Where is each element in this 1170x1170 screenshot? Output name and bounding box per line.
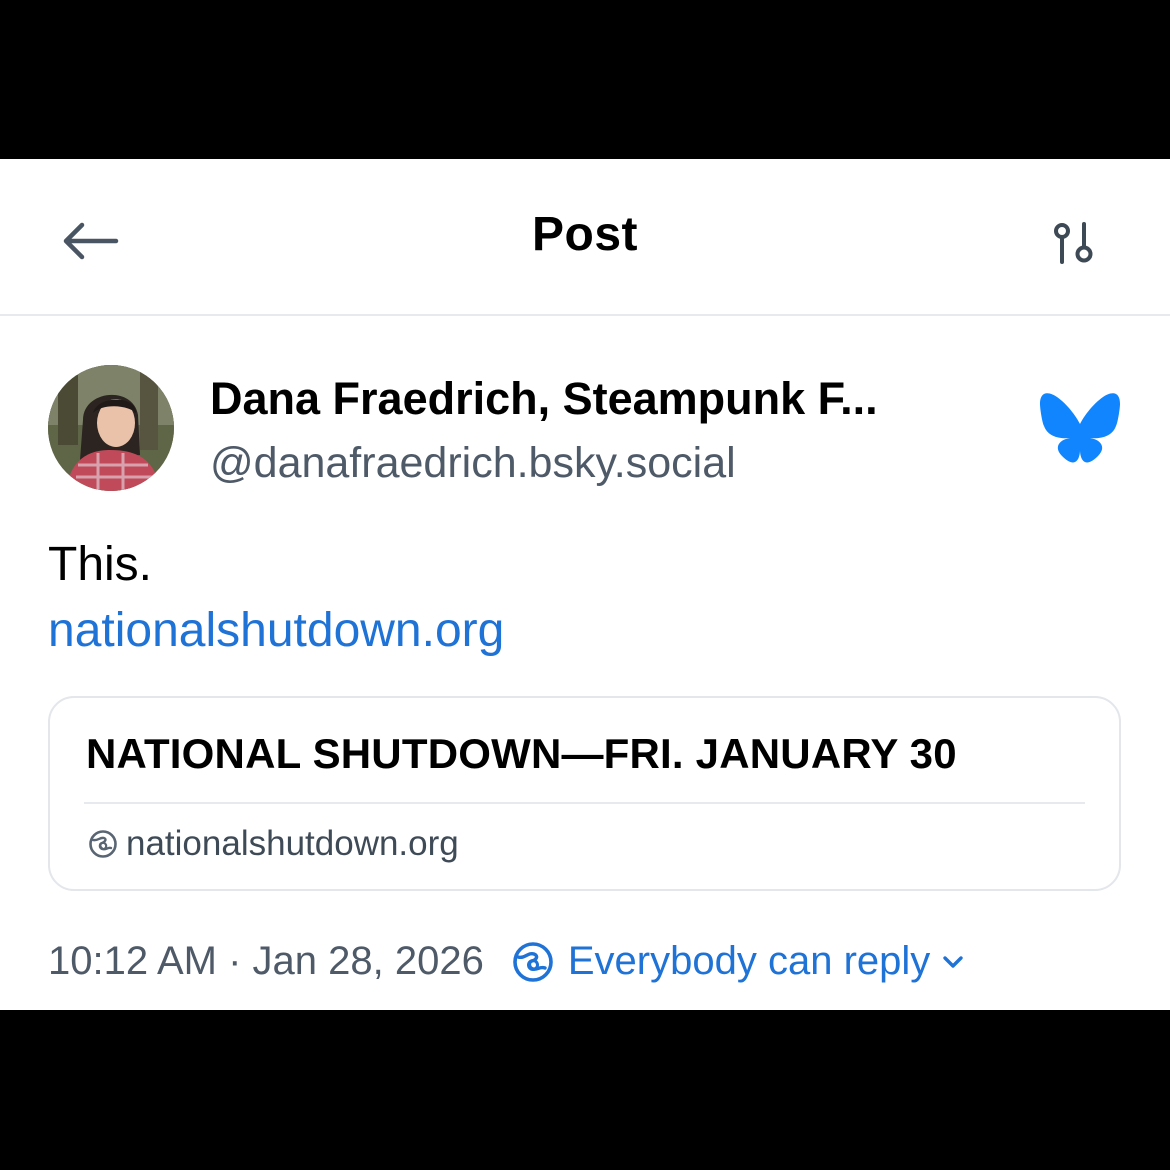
chevron-down-icon [942, 955, 964, 969]
page-title: Post [531, 208, 638, 261]
reply-setting-label: Everybody can reply [567, 939, 931, 983]
post-text: This. [48, 538, 153, 591]
post-meta-row: 10:12 AM · Jan 28, 2026 Everybody can re… [48, 939, 964, 984]
author-handle[interactable]: @danafraedrich.bsky.social [210, 439, 736, 488]
reply-setting-button[interactable]: Everybody can reply [512, 939, 964, 984]
top-bar: Post [0, 159, 1170, 316]
link-card-domain: nationalshutdown.org [126, 824, 459, 863]
post-timestamp: 10:12 AM · Jan 28, 2026 [48, 939, 484, 983]
avatar-photo [48, 365, 174, 491]
globe-icon [89, 830, 117, 858]
avatar[interactable] [48, 365, 174, 491]
globe-icon [513, 941, 553, 982]
link-card-title: NATIONAL SHUTDOWN—FRI. JANUARY 30 [86, 730, 957, 777]
thread-settings-button[interactable] [1040, 211, 1108, 275]
sliders-icon [1054, 222, 1093, 264]
author-display-name[interactable]: Dana Fraedrich, Steampunk F... [210, 373, 878, 425]
post-link[interactable]: nationalshutdown.org [48, 603, 504, 658]
bluesky-butterfly-icon [1040, 393, 1120, 463]
link-card-divider [84, 802, 1085, 804]
link-preview-card[interactable]: NATIONAL SHUTDOWN—FRI. JANUARY 30 nation… [48, 696, 1121, 891]
post-screen: Post Dana Fraedrich, Steampunk F... @dan… [0, 159, 1170, 1010]
link-card-domain-row: nationalshutdown.org [88, 824, 459, 864]
